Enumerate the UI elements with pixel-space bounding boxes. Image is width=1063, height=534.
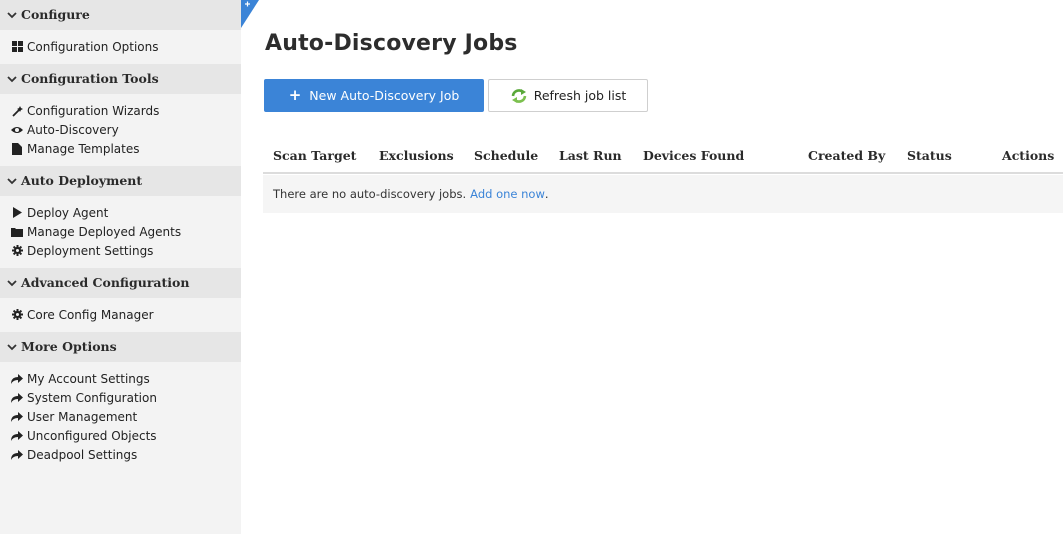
- sidebar: Configure Configuration Options Configur…: [0, 0, 241, 534]
- share-arrow-icon: [11, 373, 23, 385]
- sidebar-item-core-config-manager[interactable]: Core Config Manager: [0, 305, 241, 324]
- sidebar-item-deploy-agent[interactable]: Deploy Agent: [0, 203, 241, 222]
- sidebar-item-user-management[interactable]: User Management: [0, 407, 241, 426]
- sidebar-item-unconfigured-objects[interactable]: Unconfigured Objects: [0, 426, 241, 445]
- column-header-actions: Actions: [1002, 148, 1055, 163]
- share-arrow-icon: [11, 392, 23, 404]
- sidebar-item-label: Core Config Manager: [27, 307, 154, 322]
- magic-wand-icon: [11, 105, 23, 117]
- section-title: Advanced Configuration: [21, 275, 190, 290]
- page-title: Auto-Discovery Jobs: [265, 31, 518, 56]
- main-content: Auto-Discovery Jobs + New Auto-Discovery…: [263, 0, 1063, 534]
- section-header-more-options[interactable]: More Options: [0, 332, 241, 362]
- sidebar-item-label: Manage Deployed Agents: [27, 224, 182, 239]
- sidebar-item-label: Auto-Discovery: [27, 122, 119, 137]
- pin-corner-icon: [241, 0, 259, 28]
- sidebar-item-label: My Account Settings: [27, 371, 150, 386]
- sidebar-item-label: Unconfigured Objects: [27, 428, 157, 443]
- column-header-created-by[interactable]: Created By: [808, 148, 885, 163]
- sidebar-item-manage-deployed-agents[interactable]: Manage Deployed Agents: [0, 222, 241, 241]
- section-title: Configuration Tools: [21, 71, 159, 86]
- column-header-last-run[interactable]: Last Run: [559, 148, 622, 163]
- gear-icon: [11, 309, 23, 321]
- section-header-advanced-configuration[interactable]: Advanced Configuration: [0, 268, 241, 298]
- column-header-scan-target[interactable]: Scan Target: [273, 148, 356, 163]
- section-title: More Options: [21, 339, 117, 354]
- section-title: Auto Deployment: [21, 173, 143, 188]
- section-header-auto-deployment[interactable]: Auto Deployment: [0, 166, 241, 196]
- sidebar-item-label: Deadpool Settings: [27, 447, 138, 462]
- grid-icon: [11, 41, 23, 53]
- sidebar-item-label: Configuration Wizards: [27, 103, 160, 118]
- sidebar-item-configuration-wizards[interactable]: Configuration Wizards: [0, 101, 241, 120]
- sidebar-item-deadpool-settings[interactable]: Deadpool Settings: [0, 445, 241, 464]
- button-label: New Auto-Discovery Job: [309, 88, 460, 103]
- empty-message-suffix: .: [544, 187, 549, 201]
- chevron-down-icon: [7, 10, 17, 20]
- add-one-now-link[interactable]: Add one now: [470, 187, 545, 201]
- share-arrow-icon: [11, 430, 23, 442]
- file-icon: [11, 142, 23, 155]
- sidebar-item-label: Manage Templates: [27, 141, 140, 156]
- plus-icon: +: [288, 86, 302, 104]
- chevron-down-icon: [7, 278, 17, 288]
- sidebar-item-my-account-settings[interactable]: My Account Settings: [0, 369, 241, 388]
- refresh-icon: [510, 88, 528, 104]
- empty-table-row: There are no auto-discovery jobs. Add on…: [263, 175, 1063, 213]
- chevron-down-icon: [7, 74, 17, 84]
- chevron-down-icon: [7, 342, 17, 352]
- sidebar-item-system-configuration[interactable]: System Configuration: [0, 388, 241, 407]
- eye-icon: [11, 124, 23, 136]
- share-arrow-icon: [11, 449, 23, 461]
- sidebar-item-auto-discovery[interactable]: Auto-Discovery: [0, 120, 241, 139]
- sidebar-item-deployment-settings[interactable]: Deployment Settings: [0, 241, 241, 260]
- folder-icon: [11, 226, 23, 238]
- sidebar-item-label: System Configuration: [27, 390, 157, 405]
- column-header-schedule[interactable]: Schedule: [474, 148, 538, 163]
- column-header-devices-found[interactable]: Devices Found: [643, 148, 744, 163]
- sidebar-item-label: Deployment Settings: [27, 243, 154, 258]
- column-header-exclusions[interactable]: Exclusions: [379, 148, 454, 163]
- button-label: Refresh job list: [533, 88, 627, 103]
- play-icon: [11, 207, 23, 219]
- sidebar-item-manage-templates[interactable]: Manage Templates: [0, 139, 241, 158]
- sidebar-item-label: Configuration Options: [27, 39, 159, 54]
- share-arrow-icon: [11, 411, 23, 423]
- section-header-configure[interactable]: Configure: [0, 0, 241, 30]
- sidebar-toggle[interactable]: [241, 0, 259, 30]
- gear-icon: [11, 245, 23, 257]
- new-auto-discovery-job-button[interactable]: + New Auto-Discovery Job: [264, 79, 484, 112]
- section-header-configuration-tools[interactable]: Configuration Tools: [0, 64, 241, 94]
- section-title: Configure: [21, 7, 90, 22]
- refresh-job-list-button[interactable]: Refresh job list: [488, 79, 648, 112]
- sidebar-item-label: User Management: [27, 409, 138, 424]
- header-divider: [263, 172, 1063, 174]
- empty-message: There are no auto-discovery jobs.: [273, 187, 467, 201]
- column-header-status[interactable]: Status: [907, 148, 952, 163]
- sidebar-item-configuration-options[interactable]: Configuration Options: [0, 37, 241, 56]
- chevron-down-icon: [7, 176, 17, 186]
- sidebar-item-label: Deploy Agent: [27, 205, 109, 220]
